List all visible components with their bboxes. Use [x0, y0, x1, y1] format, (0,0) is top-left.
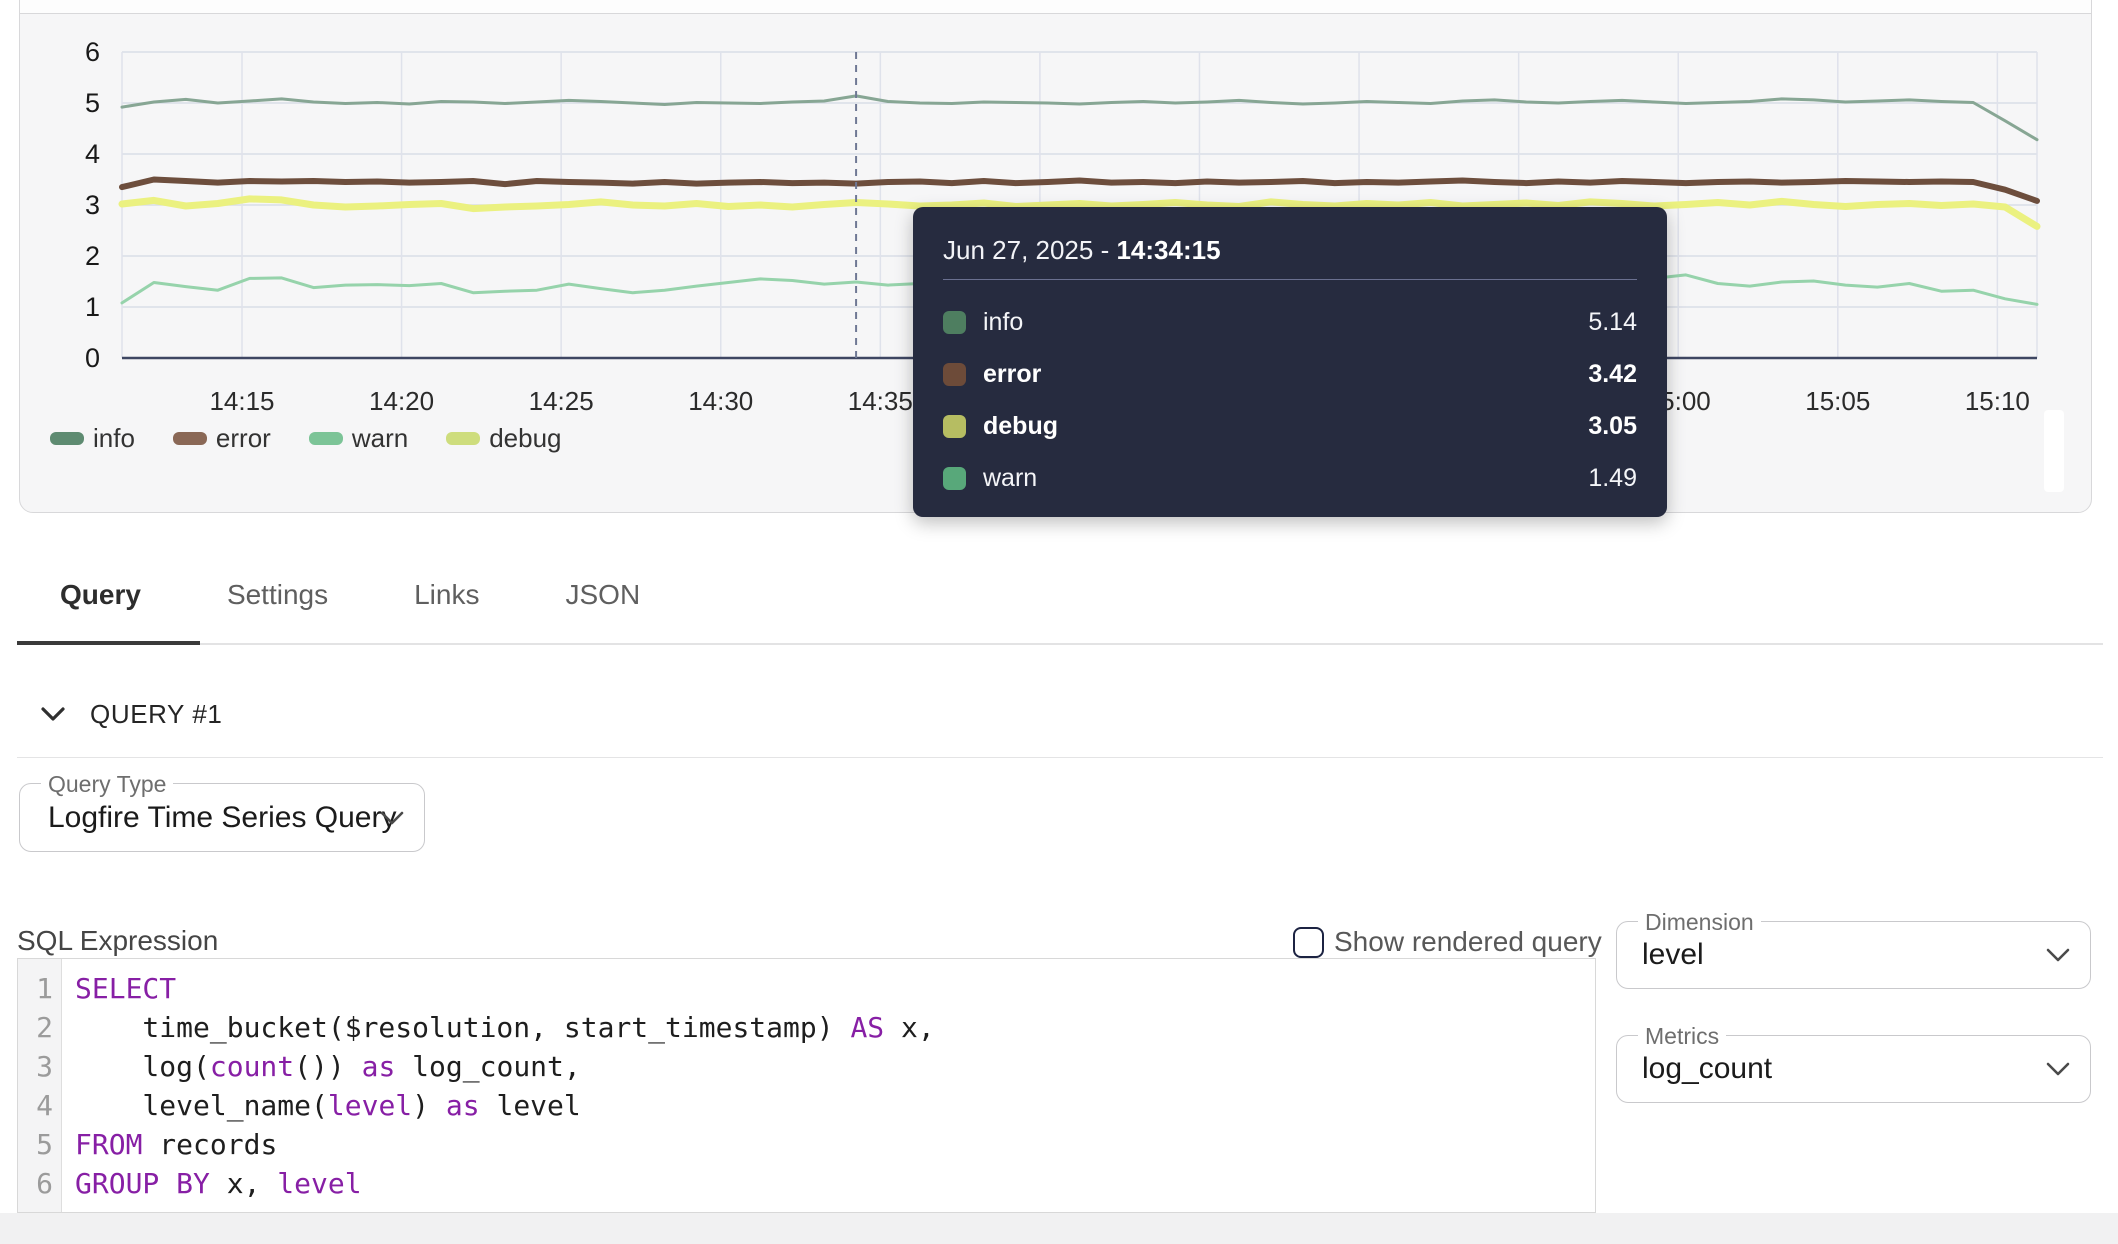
tooltip-row-error: error3.42 — [943, 348, 1637, 400]
tooltip-series-label: debug — [983, 412, 1588, 441]
legend-label: warn — [352, 423, 408, 454]
line-number-gutter: 123456 — [18, 959, 62, 1212]
tooltip-series-label: info — [983, 308, 1588, 337]
line-number: 4 — [18, 1086, 53, 1125]
tooltip-title: Jun 27, 2025 - 14:34:15 — [943, 235, 1637, 265]
code-line: log(count()) as log_count, — [75, 1047, 935, 1086]
query-type-value: Logfire Time Series Query — [48, 784, 396, 851]
code-line: SELECT — [75, 969, 935, 1008]
y-axis-tick: 0 — [85, 343, 100, 373]
query-section-title: QUERY #1 — [90, 699, 222, 730]
tab-json[interactable]: JSON — [522, 579, 683, 621]
show-rendered-query-checkbox[interactable] — [1293, 927, 1324, 958]
tooltip-series-label: warn — [983, 464, 1588, 493]
legend-label: debug — [489, 423, 561, 454]
tooltip-rows: info5.14error3.42debug3.05warn1.49 — [943, 296, 1637, 504]
x-axis-tick: 14:35 — [848, 386, 913, 416]
sql-editor[interactable]: 123456 SELECT time_bucket($resolution, s… — [17, 958, 1596, 1213]
legend-item-debug[interactable]: debug — [446, 423, 561, 454]
legend-item-info[interactable]: info — [50, 423, 135, 454]
x-axis-tick: 14:20 — [369, 386, 434, 416]
chart-tooltip: Jun 27, 2025 - 14:34:15 info5.14error3.4… — [913, 207, 1667, 517]
x-axis-tick: 15:10 — [1965, 386, 2030, 416]
legend-swatch-info — [50, 432, 84, 445]
tooltip-divider — [943, 279, 1637, 280]
x-axis-tick: 14:15 — [209, 386, 274, 416]
scrollbar-thumb[interactable] — [2044, 410, 2064, 492]
sql-code[interactable]: SELECT time_bucket($resolution, start_ti… — [62, 959, 935, 1212]
legend-label: error — [216, 423, 271, 454]
tooltip-swatch-error — [943, 363, 966, 386]
tooltip-date: Jun 27, 2025 - — [943, 235, 1109, 265]
tooltip-swatch-info — [943, 311, 966, 334]
line-number: 3 — [18, 1047, 53, 1086]
chevron-down-icon — [2046, 948, 2070, 962]
y-axis-tick: 6 — [85, 37, 100, 67]
tooltip-swatch-debug — [943, 415, 966, 438]
code-line: time_bucket($resolution, start_timestamp… — [75, 1008, 935, 1047]
dimension-select[interactable]: Dimension level — [1616, 921, 2091, 989]
y-axis-tick: 2 — [85, 241, 100, 271]
chevron-down-icon — [40, 706, 66, 722]
code-line: level_name(level) as level — [75, 1086, 935, 1125]
legend-swatch-error — [173, 432, 207, 445]
legend-label: info — [93, 423, 135, 454]
x-axis-tick: 14:30 — [688, 386, 753, 416]
tooltip-time: 14:34:15 — [1116, 235, 1220, 265]
line-number: 2 — [18, 1008, 53, 1047]
tab-query[interactable]: Query — [17, 579, 184, 621]
tab-links[interactable]: Links — [371, 579, 522, 621]
tab-bar: Query Settings Links JSON — [17, 557, 2103, 645]
x-axis-tick: 14:25 — [529, 386, 594, 416]
sql-expression-label: SQL Expression — [17, 925, 218, 957]
tooltip-row-warn: warn1.49 — [943, 452, 1637, 504]
y-axis-tick: 5 — [85, 88, 100, 118]
code-line: FROM records — [75, 1125, 935, 1164]
section-divider — [17, 757, 2103, 758]
y-axis-tick: 4 — [85, 139, 100, 169]
metrics-select[interactable]: Metrics log_count — [1616, 1035, 2091, 1103]
chevron-down-icon — [2046, 1062, 2070, 1076]
tooltip-row-debug: debug3.05 — [943, 400, 1637, 452]
tab-settings[interactable]: Settings — [184, 579, 371, 621]
chart-legend: info error warn debug — [50, 423, 562, 454]
tooltip-series-value: 3.05 — [1588, 412, 1637, 441]
query-type-select[interactable]: Query Type Logfire Time Series Query — [19, 783, 425, 852]
series-line-error — [122, 180, 2037, 201]
tooltip-series-label: error — [983, 360, 1588, 389]
show-rendered-query-toggle[interactable]: Show rendered query — [1293, 926, 1602, 958]
tooltip-swatch-warn — [943, 467, 966, 490]
legend-swatch-debug — [446, 432, 480, 445]
legend-swatch-warn — [309, 432, 343, 445]
tooltip-series-value: 3.42 — [1588, 360, 1637, 389]
legend-item-error[interactable]: error — [173, 423, 271, 454]
tooltip-row-info: info5.14 — [943, 296, 1637, 348]
query-section-header[interactable]: QUERY #1 — [40, 694, 222, 734]
line-number: 6 — [18, 1164, 53, 1203]
y-axis-tick: 3 — [85, 190, 100, 220]
metrics-value: log_count — [1642, 1036, 1772, 1102]
show-rendered-query-label: Show rendered query — [1334, 926, 1602, 958]
x-axis-tick: 15:05 — [1805, 386, 1870, 416]
y-axis-tick: 1 — [85, 292, 100, 322]
dimension-value: level — [1642, 922, 1704, 988]
bottom-strip — [0, 1213, 2118, 1244]
line-number: 1 — [18, 969, 53, 1008]
tooltip-series-value: 5.14 — [1588, 308, 1637, 337]
tooltip-series-value: 1.49 — [1588, 464, 1637, 493]
line-number: 5 — [18, 1125, 53, 1164]
chevron-down-icon — [380, 811, 404, 825]
legend-item-warn[interactable]: warn — [309, 423, 408, 454]
code-line: GROUP BY x, level — [75, 1164, 935, 1203]
active-tab-indicator — [17, 641, 200, 645]
